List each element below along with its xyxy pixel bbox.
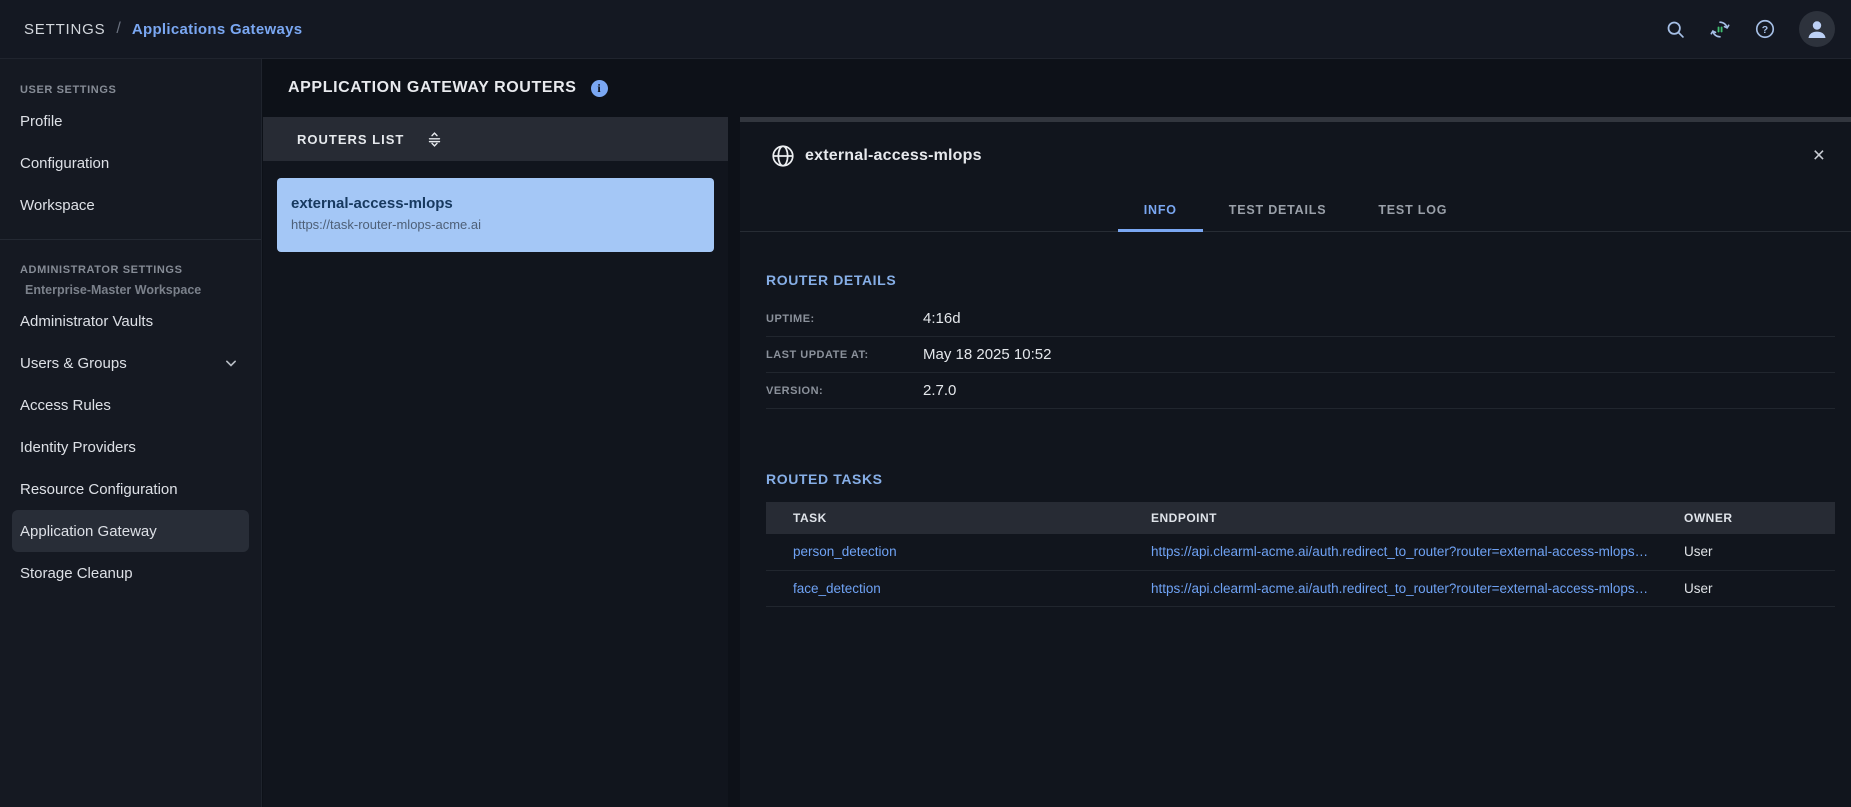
sidebar-item-identity-providers[interactable]: Identity Providers [0,426,261,468]
sync-status-icon[interactable] [1709,18,1731,40]
breadcrumb-current: Applications Gateways [132,21,303,38]
tab-test-details[interactable]: TEST DETAILS [1203,189,1353,231]
last-update-value: May 18 2025 10:52 [923,346,1051,363]
sidebar-item-users-groups[interactable]: Users & Groups [0,342,261,384]
last-update-label: LAST UPDATE AT: [766,349,923,361]
sidebar-item-access-rules[interactable]: Access Rules [0,384,261,426]
breadcrumb-settings[interactable]: SETTINGS [24,21,105,38]
routed-tasks-heading: ROUTED TASKS [766,471,1835,488]
sidebar-item-label: Users & Groups [20,355,127,372]
uptime-label: UPTIME: [766,313,923,325]
version-label: VERSION: [766,385,923,397]
detail-tabs: INFO TEST DETAILS TEST LOG [740,189,1851,232]
router-name: external-access-mlops [291,194,714,213]
svg-text:?: ? [1762,24,1768,36]
column-owner: OWNER [1684,502,1835,534]
user-settings-section-label: USER SETTINGS [0,80,261,100]
sidebar-item-application-gateway[interactable]: Application Gateway [12,510,249,552]
admin-settings-section-label: ADMINISTRATOR SETTINGS [0,260,261,280]
owner-cell: User [1684,544,1713,559]
owner-cell: User [1684,581,1713,596]
routers-list-header: ROUTERS LIST [263,117,728,161]
routers-list-title: ROUTERS LIST [297,132,404,147]
detail-row-last-update: LAST UPDATE AT: May 18 2025 10:52 [766,337,1835,373]
router-list-item-selected[interactable]: external-access-mlops https://task-route… [277,178,714,252]
filter-icon[interactable] [426,131,443,148]
column-task: TASK [766,502,1151,534]
sidebar-divider [0,239,261,240]
detail-content: ROUTER DETAILS UPTIME: 4:16d LAST UPDATE… [740,272,1851,607]
page-title: APPLICATION GATEWAY ROUTERS [288,79,577,97]
tab-info[interactable]: INFO [1118,189,1203,231]
search-icon[interactable] [1664,18,1686,40]
info-icon[interactable]: i [591,80,608,97]
sidebar-item-administrator-vaults[interactable]: Administrator Vaults [0,300,261,342]
router-detail-panel: external-access-mlops × INFO TEST DETAIL… [740,117,1851,807]
top-bar: SETTINGS / Applications Gateways ? [0,0,1851,59]
admin-workspace-label: Enterprise-Master Workspace [0,280,261,300]
routed-task-row: face_detection https://api.clearml-acme.… [766,570,1835,606]
task-link[interactable]: person_detection [793,544,897,559]
help-icon[interactable]: ? [1754,18,1776,40]
detail-title: external-access-mlops [805,147,982,165]
topbar-actions: ? [1664,11,1835,47]
sidebar-item-resource-configuration[interactable]: Resource Configuration [0,468,261,510]
sidebar-item-configuration[interactable]: Configuration [0,142,261,184]
routed-task-row: person_detection https://api.clearml-acm… [766,534,1835,570]
uptime-value: 4:16d [923,310,961,327]
tab-test-log[interactable]: TEST LOG [1352,189,1473,231]
endpoint-link[interactable]: https://api.clearml-acme.ai/auth.redirec… [1151,544,1648,559]
version-value: 2.7.0 [923,382,956,399]
sidebar-item-profile[interactable]: Profile [0,100,261,142]
globe-icon [770,143,796,169]
column-endpoint: ENDPOINT [1151,502,1684,534]
router-details-heading: ROUTER DETAILS [766,272,1835,289]
chevron-down-icon [221,353,241,373]
router-url: https://task-router-mlops-acme.ai [291,217,714,232]
close-icon[interactable]: × [1813,146,1825,166]
user-avatar[interactable] [1799,11,1835,47]
routed-tasks-table: TASK ENDPOINT OWNER person_detection htt… [766,502,1835,607]
sidebar-item-workspace[interactable]: Workspace [0,184,261,226]
detail-row-version: VERSION: 2.7.0 [766,373,1835,409]
settings-sidebar: USER SETTINGS Profile Configuration Work… [0,59,262,807]
routers-list-panel: ROUTERS LIST external-access-mlops https… [263,117,728,807]
main-header: APPLICATION GATEWAY ROUTERS i [262,59,1851,117]
table-header-row: TASK ENDPOINT OWNER [766,502,1835,534]
endpoint-link[interactable]: https://api.clearml-acme.ai/auth.redirec… [1151,581,1648,596]
detail-header: external-access-mlops × [740,122,1851,189]
sidebar-item-storage-cleanup[interactable]: Storage Cleanup [0,552,261,594]
breadcrumb-separator: / [116,20,120,38]
task-link[interactable]: face_detection [793,581,881,596]
detail-row-uptime: UPTIME: 4:16d [766,301,1835,337]
